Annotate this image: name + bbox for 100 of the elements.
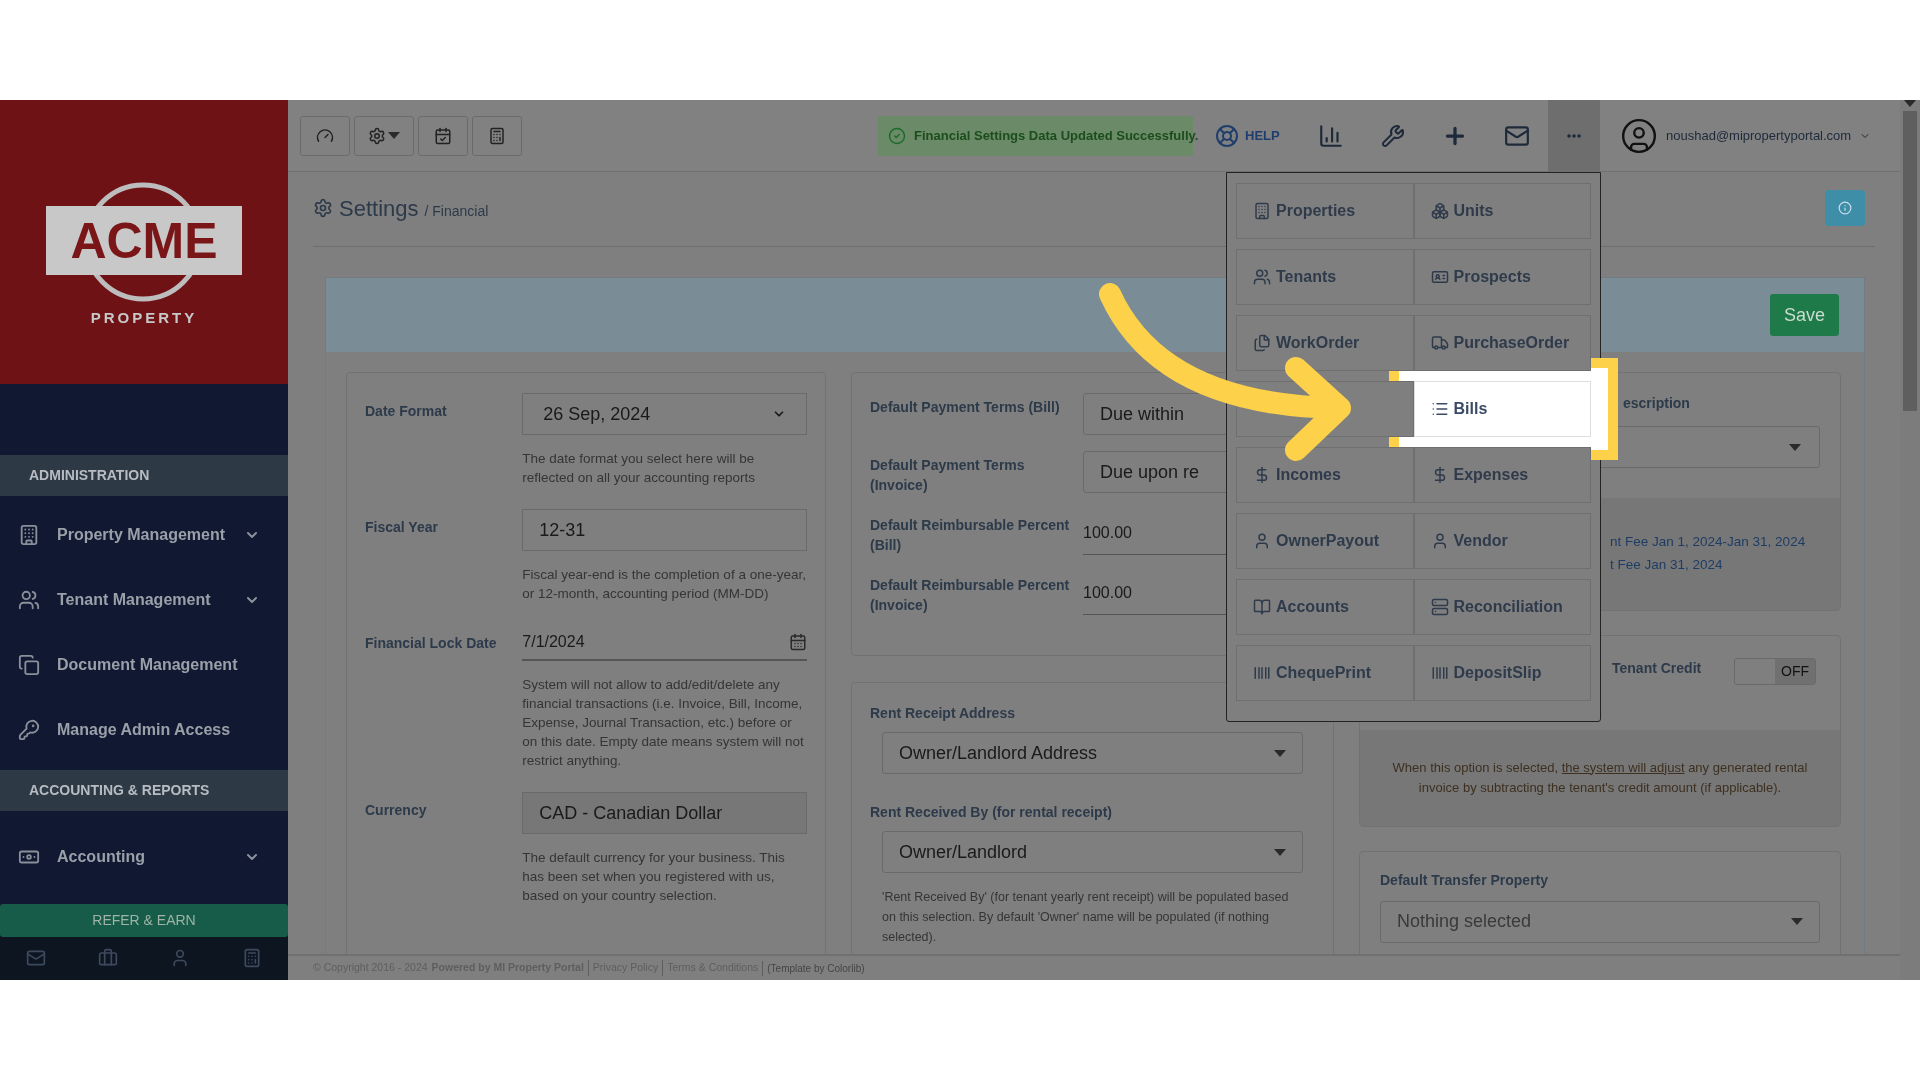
check-icon bbox=[888, 126, 906, 145]
field-label: Financial Lock Date bbox=[365, 634, 498, 653]
breadcrumb: / Financial bbox=[424, 201, 489, 221]
dashboard-button[interactable] bbox=[300, 115, 350, 156]
toast-message: Financial Settings Data Updated Successfully. bbox=[914, 126, 1199, 145]
key-icon bbox=[18, 719, 40, 742]
more-icon bbox=[1567, 133, 1581, 138]
select-field[interactable]: Owner/Landlord Address bbox=[882, 732, 1303, 774]
caret-icon bbox=[1274, 848, 1286, 856]
menu-item[interactable]: Tenants bbox=[1236, 249, 1414, 305]
field-label: Fiscal Year bbox=[365, 518, 439, 537]
field-label: Default Transfer Property bbox=[1380, 870, 1550, 890]
truck-icon bbox=[1430, 334, 1449, 352]
field-label: Rent Receipt Address bbox=[870, 704, 1016, 723]
input-field[interactable]: 12-31 bbox=[522, 509, 807, 551]
calendar-icon bbox=[789, 633, 807, 651]
settings-button[interactable] bbox=[354, 115, 414, 156]
boxes-icon bbox=[1430, 202, 1449, 220]
calculator-icon[interactable] bbox=[242, 948, 262, 969]
menu-item[interactable]: Expenses bbox=[1413, 447, 1591, 503]
fee-line: t Fee Jan 31, 2024 bbox=[1610, 556, 1723, 575]
field-label: Date Format bbox=[365, 402, 448, 421]
select-field[interactable]: Owner/Landlord bbox=[882, 831, 1303, 873]
briefcase-icon[interactable] bbox=[98, 948, 118, 969]
barcode-icon bbox=[1430, 664, 1449, 682]
select-field[interactable]: 26 Sep, 2024 bbox=[522, 393, 807, 435]
gauge-icon bbox=[316, 126, 334, 145]
calculator-icon bbox=[488, 126, 506, 145]
files-icon bbox=[1253, 334, 1271, 352]
avatar-icon[interactable] bbox=[1620, 116, 1658, 155]
help-button[interactable]: HELP bbox=[1215, 115, 1300, 156]
calculator-button[interactable] bbox=[472, 115, 522, 156]
logo-tagline: PROPERTY bbox=[90, 308, 198, 328]
field-label: Default Reimbursable Percent (Bill) bbox=[870, 516, 1071, 555]
calendar-button[interactable] bbox=[418, 115, 468, 156]
menu-item[interactable]: Incomes bbox=[1236, 447, 1414, 503]
menu-item[interactable]: PurchaseOrder bbox=[1413, 315, 1591, 371]
adjust-link[interactable]: the system will adjust bbox=[1561, 759, 1685, 775]
menu-item[interactable]: Prospects bbox=[1413, 249, 1591, 305]
nav-item[interactable]: Document Management bbox=[0, 632, 288, 698]
nav-item[interactable]: Property Management bbox=[0, 502, 288, 568]
barcode-icon bbox=[1253, 664, 1271, 682]
field-hint: System will not allow to add/edit/delete any financial transactions (i.e. Invoice, Bill, Income, Expense, Journal Transaction, etc.) before or on this date. Empty date means system will not restrict anything. bbox=[522, 676, 805, 770]
field-hint: The default currency for your business. This has been set when you registered with us, based on your country selection. bbox=[522, 849, 786, 905]
menu-item[interactable]: Units bbox=[1413, 183, 1591, 239]
refer-earn-button[interactable]: REFER & EARN bbox=[0, 903, 288, 937]
menu-item[interactable]: Bills bbox=[1413, 381, 1591, 437]
toggle-switch[interactable]: OFF bbox=[1734, 657, 1816, 685]
menu-item[interactable]: ChequePrint bbox=[1236, 645, 1414, 701]
field-label: Default Reimbursable Percent (Invoice) bbox=[870, 576, 1071, 615]
menu-item[interactable]: Accounts bbox=[1236, 579, 1414, 635]
field-label: Currency bbox=[365, 801, 428, 820]
logo-wordmark: ACME bbox=[46, 206, 242, 275]
server-icon bbox=[1430, 598, 1449, 616]
date-field[interactable]: 7/1/2024 bbox=[522, 625, 807, 661]
field-label: Rent Received By (for rental receipt) bbox=[870, 803, 1113, 822]
id-card-icon bbox=[1430, 268, 1449, 286]
menu-item[interactable]: Properties bbox=[1236, 183, 1414, 239]
section-header: ADMINISTRATION bbox=[0, 454, 288, 496]
user-icon bbox=[1253, 532, 1271, 550]
user-icon[interactable] bbox=[170, 948, 190, 969]
settings-icon bbox=[313, 198, 333, 218]
page-title: Settings bbox=[339, 194, 419, 223]
nav-item[interactable]: Manage Admin Access bbox=[0, 697, 288, 763]
building-icon bbox=[1253, 202, 1271, 220]
menu-item[interactable]: Vendor bbox=[1413, 513, 1591, 569]
menu-item[interactable]: WorkOrder bbox=[1236, 315, 1414, 371]
menu-item[interactable]: DepositSlip bbox=[1413, 645, 1591, 701]
menu-item[interactable]: OwnerPayout bbox=[1236, 513, 1414, 569]
wrench-icon[interactable] bbox=[1381, 123, 1405, 148]
calendar-icon bbox=[434, 126, 452, 145]
caret-icon bbox=[1791, 918, 1803, 925]
field-hint: The date format you select here will be reflected on all your accounting reports bbox=[522, 450, 756, 487]
caret-icon bbox=[1274, 749, 1286, 757]
list-icon bbox=[1430, 400, 1449, 418]
info-button[interactable] bbox=[1825, 190, 1865, 226]
field-label: Tenant Credit bbox=[1612, 658, 1702, 678]
caret-icon bbox=[1789, 443, 1801, 451]
field-label: escription bbox=[1623, 394, 1690, 413]
field-hint: 'Rent Received By' (for tenant yearly rent receipt) will be populated based on this selection. By default 'Owner' name will be populated (if nothing selected). bbox=[882, 889, 1290, 946]
mail-icon[interactable] bbox=[26, 948, 46, 969]
fee-line: nt Fee Jan 1, 2024-Jan 31, 2024 bbox=[1610, 533, 1806, 551]
field-hint: Fiscal year-end is the completion of a one-year, or 12-month, accounting period (MM-DD) bbox=[522, 566, 807, 603]
lifebuoy-icon bbox=[1215, 123, 1239, 148]
select-field[interactable]: Nothing selected bbox=[1380, 900, 1820, 943]
nav-item[interactable]: Tenant Management bbox=[0, 567, 288, 633]
option-note: When this option is selected, the system will adjust any generated rental invoice by subtracting the tenant's credit amount (if applicable). bbox=[1391, 758, 1809, 797]
user-email[interactable]: noushad@mipropertyportal.com bbox=[1666, 125, 1852, 146]
menu-item[interactable]: Reconciliation bbox=[1413, 579, 1591, 635]
caret-icon bbox=[388, 132, 400, 139]
save-button[interactable]: Save bbox=[1769, 294, 1839, 336]
currency-field: CAD - Canadian Dollar bbox=[522, 792, 807, 834]
users-icon bbox=[18, 589, 40, 612]
field-label: Default Payment Terms (Bill) bbox=[870, 398, 1061, 417]
field-label: Default Payment Terms (Invoice) bbox=[870, 456, 1026, 495]
nav-item[interactable]: Accounting bbox=[0, 824, 288, 890]
users-icon bbox=[1253, 268, 1271, 286]
bar-chart-icon[interactable] bbox=[1318, 122, 1344, 149]
scrollbar-thumb[interactable] bbox=[1903, 111, 1917, 411]
settings-icon bbox=[368, 126, 386, 145]
